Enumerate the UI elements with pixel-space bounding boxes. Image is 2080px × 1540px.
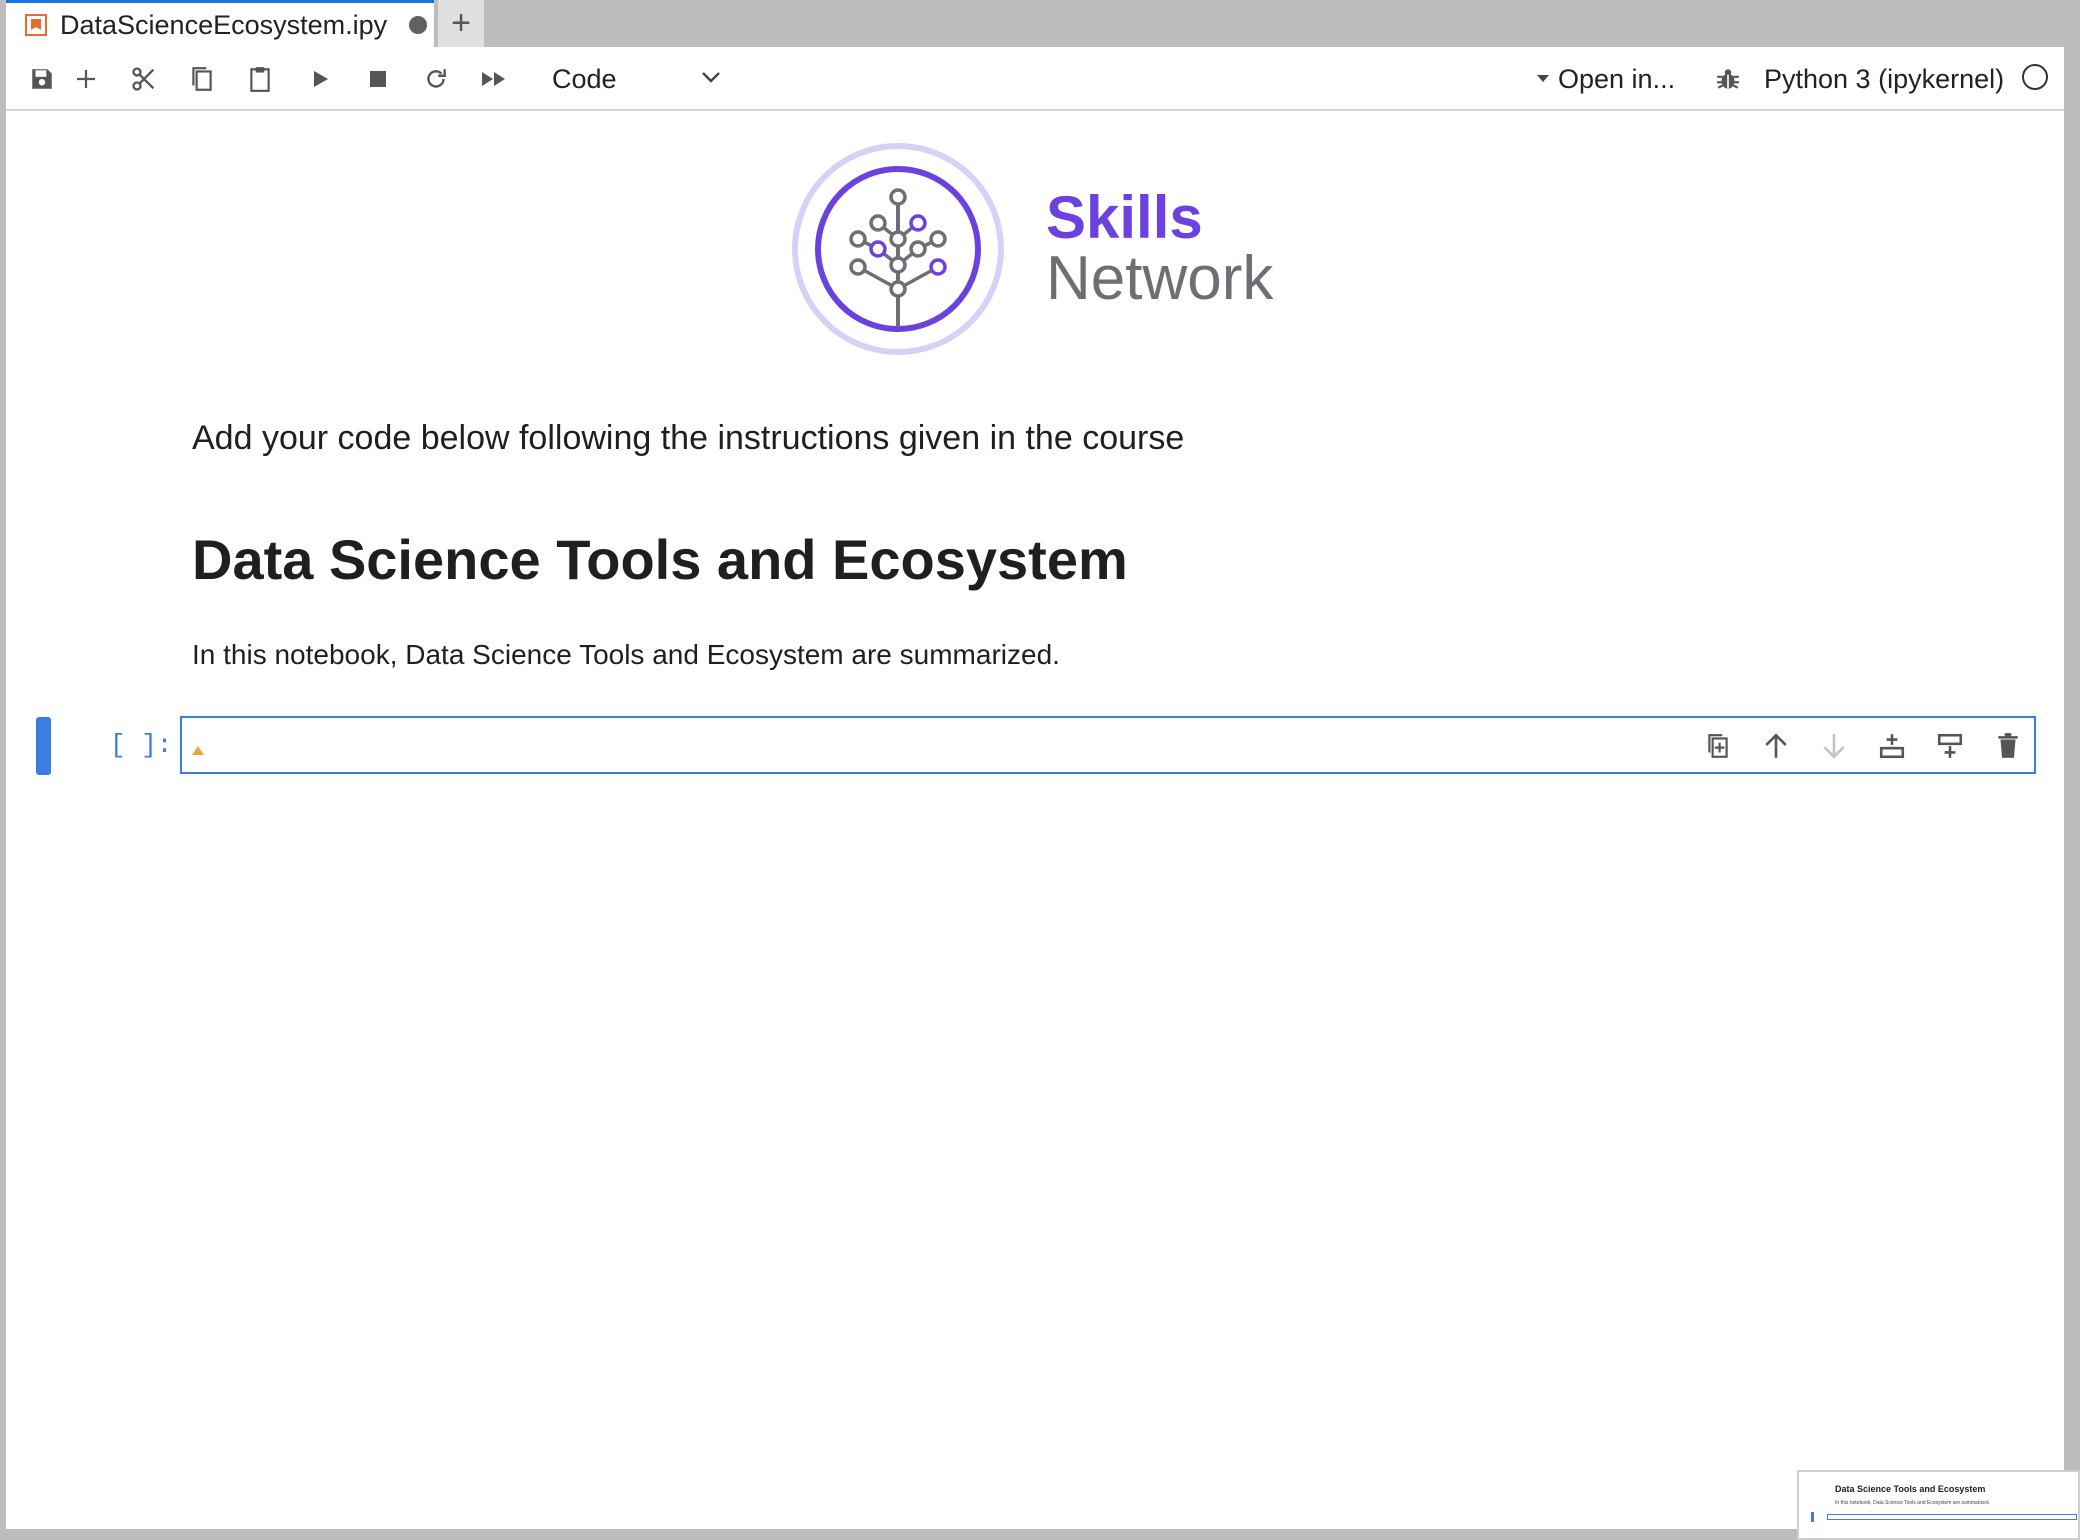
duplicate-cell-icon[interactable]	[1700, 724, 1736, 768]
open-in-label: Open in...	[1558, 63, 1676, 94]
tab-bar: DataScienceEcosystem.ipy +	[0, 0, 2080, 47]
run-all-icon[interactable]	[476, 61, 512, 97]
thumbnail-cell	[1827, 1514, 2077, 1520]
insert-below-icon[interactable]	[1932, 724, 1968, 768]
insert-above-icon[interactable]	[1874, 724, 1910, 768]
new-tab-button[interactable]: +	[438, 0, 484, 47]
run-icon[interactable]	[302, 61, 338, 97]
restart-icon[interactable]	[418, 61, 454, 97]
tab-notebook[interactable]: DataScienceEcosystem.ipy	[6, 0, 434, 47]
kernel-name[interactable]: Python 3 (ipykernel)	[1764, 61, 2004, 97]
logo-text-network: Network	[1046, 244, 1274, 313]
cell-type-label: Code	[552, 63, 617, 94]
save-icon[interactable]	[24, 61, 60, 97]
cut-icon[interactable]	[126, 61, 162, 97]
skills-network-logo: Skills Network	[788, 139, 1308, 359]
chevron-down-icon	[700, 70, 722, 89]
unsaved-dot-icon[interactable]	[409, 16, 428, 34]
active-cell-marker[interactable]	[36, 717, 51, 775]
notebook-heading: Data Science Tools and Ecosystem	[192, 528, 1128, 591]
notebook-preview-thumbnail[interactable]: Data Science Tools and Ecosystem In this…	[1797, 1470, 2080, 1540]
move-up-icon[interactable]	[1758, 724, 1794, 768]
notebook-toolbar: Code Open in... Python 3 (ipykernel)	[6, 47, 2064, 111]
delete-cell-icon[interactable]	[1990, 724, 2026, 768]
stop-icon[interactable]	[360, 61, 396, 97]
logo-text-skills: Skills	[1046, 184, 1203, 251]
cell-toolbar	[1700, 724, 2026, 768]
open-in-button[interactable]: Open in...	[1536, 61, 1675, 97]
paste-icon[interactable]	[242, 61, 278, 97]
kernel-status-icon	[2022, 64, 2048, 90]
code-cell-input[interactable]	[180, 716, 2036, 774]
copy-icon[interactable]	[184, 61, 220, 97]
notebook-panel: Code Open in... Python 3 (ipykernel) Ski…	[6, 47, 2064, 1529]
cell-prompt: [ ]:	[110, 730, 173, 760]
thumbnail-title: Data Science Tools and Ecosystem	[1835, 1484, 1986, 1494]
summary-text: In this notebook, Data Science Tools and…	[192, 639, 1060, 670]
notebook-icon	[24, 13, 48, 37]
add-cell-icon[interactable]	[68, 61, 104, 97]
tree-logo-icon	[792, 143, 1004, 355]
caret-down-icon	[1536, 70, 1550, 88]
kernel-label: Python 3 (ipykernel)	[1764, 63, 2005, 94]
intro-text: Add your code below following the instru…	[192, 419, 1185, 457]
tab-title: DataScienceEcosystem.ipy	[60, 9, 388, 40]
cell-type-select[interactable]: Code	[552, 59, 722, 99]
thumbnail-text: In this notebook, Data Science Tools and…	[1835, 1500, 1990, 1506]
thumbnail-cell-marker	[1811, 1512, 1814, 1522]
warning-marker-icon	[192, 746, 204, 755]
move-down-icon[interactable]	[1816, 724, 1852, 768]
debugger-icon[interactable]	[1710, 61, 1746, 97]
